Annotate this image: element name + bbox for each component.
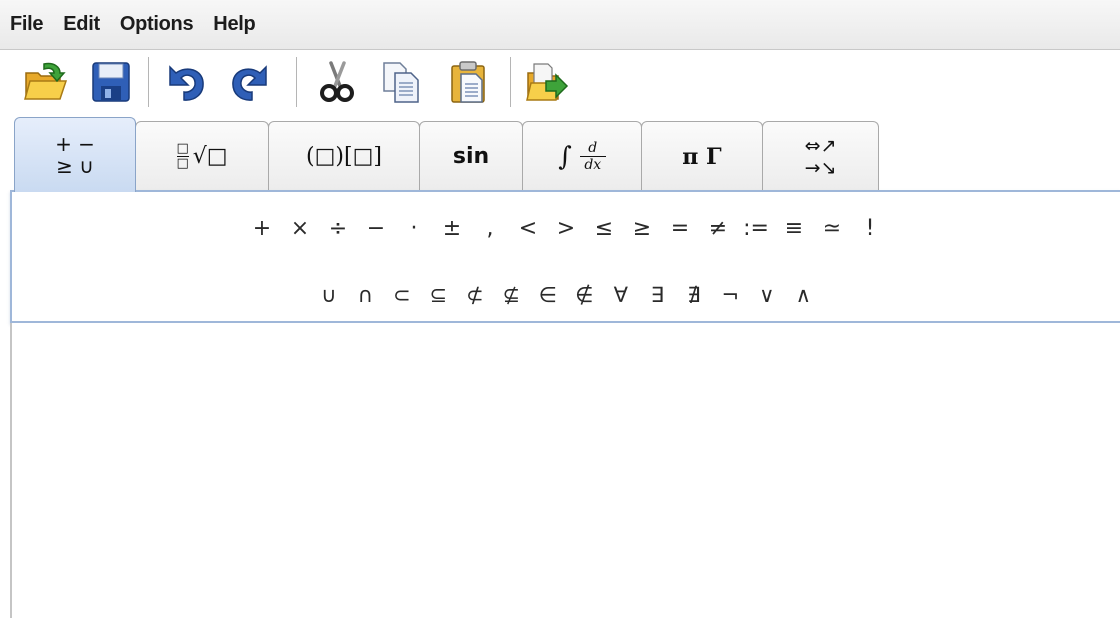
- redo-button[interactable]: [228, 59, 274, 105]
- symbol-button[interactable]: ∀: [603, 280, 640, 310]
- symbol-button[interactable]: ≃: [813, 214, 851, 244]
- paste-button[interactable]: [446, 59, 492, 105]
- root-glyph: √□: [192, 144, 228, 169]
- symbol-button[interactable]: ⊆: [420, 280, 457, 310]
- symbol-button[interactable]: ∈: [530, 280, 567, 310]
- undo-button[interactable]: [162, 59, 208, 105]
- menu-edit[interactable]: Edit: [63, 13, 100, 36]
- toolbar-separator: [148, 57, 150, 107]
- tab-brackets-label: (□)[□]: [306, 144, 382, 169]
- tab-functions[interactable]: sin: [419, 121, 523, 191]
- symbol-button[interactable]: ∪: [311, 280, 348, 310]
- integral-glyph: ∫: [558, 141, 572, 172]
- toolbar-separator: [510, 57, 512, 107]
- tab-arrows[interactable]: ⇔↗ →↘: [762, 121, 879, 191]
- save-icon: [92, 62, 130, 102]
- tab-operators[interactable]: + − ≥ ∪: [14, 117, 136, 192]
- tab-greek[interactable]: π Γ: [641, 121, 763, 191]
- symbol-button[interactable]: :=: [737, 214, 775, 244]
- symbol-button[interactable]: =: [661, 214, 699, 244]
- menu-bar: File Edit Options Help: [0, 0, 1120, 50]
- symbol-button[interactable]: ∃: [639, 280, 676, 310]
- tab-arrows-line1: ⇔↗: [804, 134, 837, 157]
- symbol-button[interactable]: ÷: [319, 214, 357, 244]
- fraction-glyph: □ □: [176, 141, 189, 171]
- symbol-button[interactable]: ≡: [775, 214, 813, 244]
- save-button[interactable]: [88, 59, 134, 105]
- undo-icon: [169, 65, 204, 101]
- symbol-button[interactable]: >: [547, 214, 585, 244]
- copy-button[interactable]: [378, 59, 424, 105]
- export-icon: [526, 63, 569, 101]
- symbol-button[interactable]: <: [509, 214, 547, 244]
- open-button[interactable]: [22, 59, 68, 105]
- symbol-button[interactable]: ⊂: [384, 280, 421, 310]
- menu-help[interactable]: Help: [213, 13, 255, 36]
- tab-operators-line1: + −: [55, 132, 95, 156]
- toolbar: [0, 51, 1120, 114]
- symbol-button[interactable]: ⊈: [493, 280, 530, 310]
- tab-calculus[interactable]: ∫ d dx: [522, 121, 642, 191]
- symbol-button[interactable]: −: [357, 214, 395, 244]
- symbol-button[interactable]: ×: [281, 214, 319, 244]
- tab-brackets[interactable]: (□)[□]: [268, 121, 420, 191]
- symbol-button[interactable]: ∨: [749, 280, 786, 310]
- symbol-button[interactable]: ∄: [676, 280, 713, 310]
- export-button[interactable]: [524, 59, 570, 105]
- tab-greek-label: π Γ: [682, 143, 722, 170]
- symbol-button[interactable]: ·: [395, 214, 433, 244]
- symbol-button[interactable]: ∧: [785, 280, 822, 310]
- symbol-button[interactable]: ±: [433, 214, 471, 244]
- symbol-button[interactable]: +: [243, 214, 281, 244]
- symbol-button[interactable]: ≠: [699, 214, 737, 244]
- symbol-button[interactable]: !: [851, 214, 889, 244]
- menu-options[interactable]: Options: [120, 13, 194, 36]
- cut-icon: [320, 61, 354, 102]
- symbol-button[interactable]: ¬: [712, 280, 749, 310]
- toolbar-separator: [296, 57, 298, 107]
- symbol-palette: + × ÷ − · ± , < > ≤ ≥ = ≠ := ≡ ≃ ! ∪ ∩ ⊂…: [10, 190, 1120, 323]
- tab-functions-label: sin: [452, 144, 490, 169]
- open-icon: [24, 62, 68, 100]
- symbol-tabs: + − ≥ ∪ □ □ √□ (□)[□] sin ∫ d dx π Γ ⇔↗ …: [10, 117, 1120, 192]
- tab-arrows-line2: →↘: [804, 156, 837, 179]
- symbol-button[interactable]: ≥: [623, 214, 661, 244]
- menu-file[interactable]: File: [10, 13, 44, 36]
- symbol-button[interactable]: ∉: [566, 280, 603, 310]
- palette-row-sets: ∪ ∩ ⊂ ⊆ ⊄ ⊈ ∈ ∉ ∀ ∃ ∄ ¬ ∨ ∧: [12, 280, 1120, 310]
- derivative-glyph: d dx: [579, 141, 606, 172]
- symbol-button[interactable]: ≤: [585, 214, 623, 244]
- paste-icon: [451, 61, 485, 103]
- tab-fraction-root[interactable]: □ □ √□: [135, 121, 269, 191]
- symbol-button[interactable]: ,: [471, 214, 509, 244]
- palette-row-operators: + × ÷ − · ± , < > ≤ ≥ = ≠ := ≡ ≃ !: [12, 214, 1120, 244]
- cut-button[interactable]: [314, 59, 360, 105]
- symbol-button[interactable]: ⊄: [457, 280, 494, 310]
- formula-editor-area[interactable]: [10, 323, 1120, 618]
- redo-icon: [232, 65, 267, 101]
- copy-icon: [383, 62, 419, 103]
- tab-operators-line2: ≥ ∪: [56, 154, 94, 178]
- symbol-button[interactable]: ∩: [347, 280, 384, 310]
